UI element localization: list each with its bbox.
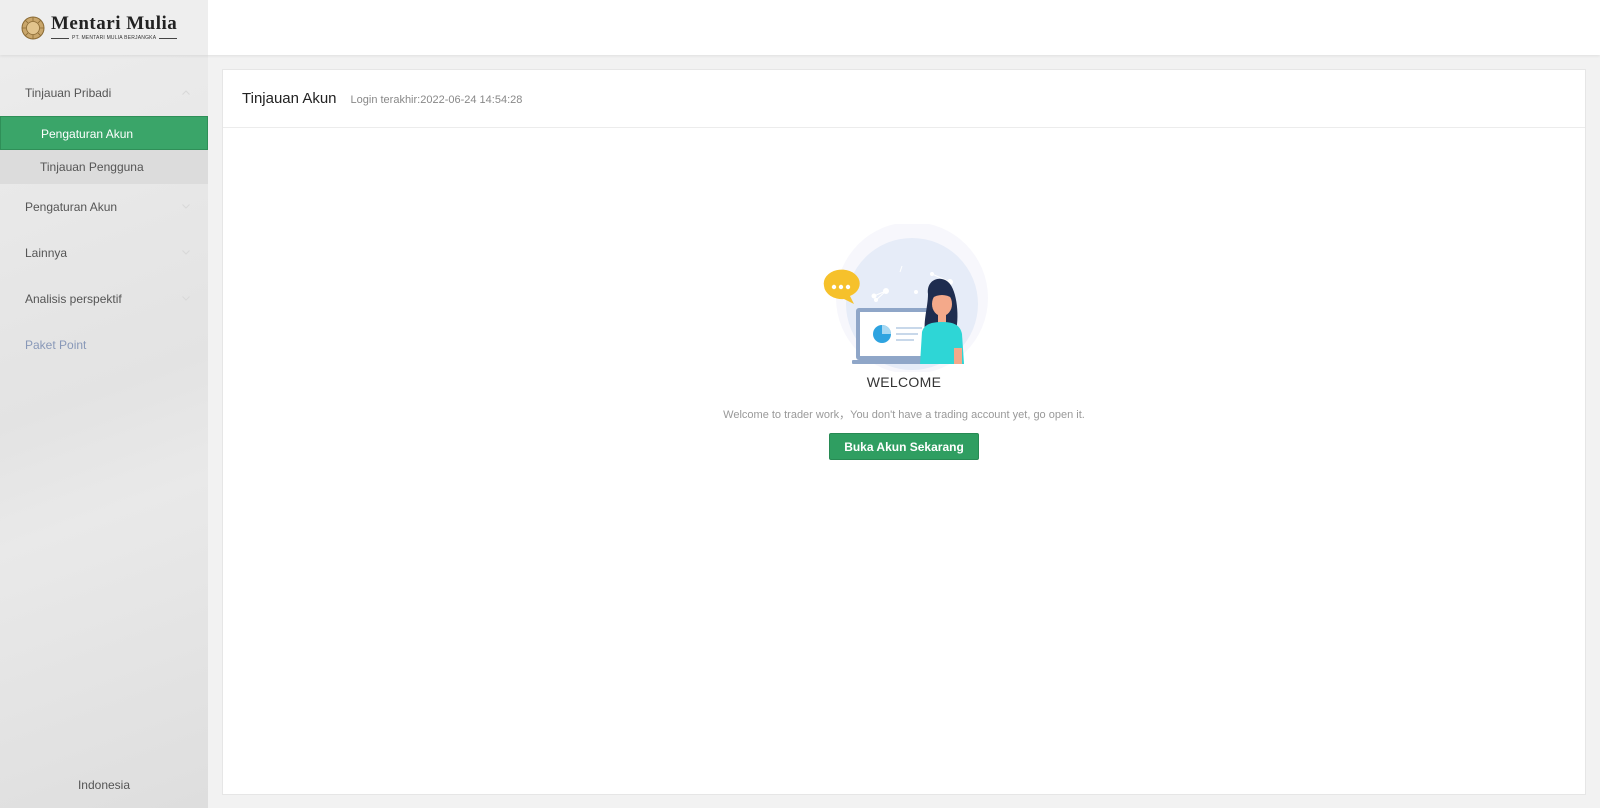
sidebar-item-label: Paket Point	[25, 338, 87, 352]
card-header: Tinjauan Akun Login terakhir:2022-06-24 …	[223, 70, 1585, 128]
chevron-down-icon	[182, 296, 190, 301]
welcome-section: WELCOME Welcome to trader work，You don't…	[223, 224, 1585, 460]
brand-logo[interactable]: Mentari Mulia PT. MENTARI MULIA BERJANGK…	[0, 0, 208, 55]
sidebar-item-label: Lainnya	[25, 246, 68, 260]
chevron-down-icon	[182, 204, 190, 209]
sidebar-item-label: Pengaturan Akun	[25, 200, 118, 214]
sun-emblem-icon	[21, 16, 45, 39]
divider	[51, 37, 70, 39]
top-header: Mentari Mulia PT. MENTARI MULIA BERJANGK…	[0, 0, 1600, 55]
welcome-message: Welcome to trader work，You don't have a …	[723, 409, 1085, 421]
sidebar-item-analisis-perspektif[interactable]: Analisis perspektif	[0, 276, 208, 322]
sidebar-subitem-pengaturan-akun[interactable]: Pengaturan Akun	[0, 116, 208, 150]
sidebar-item-tinjauan-pribadi[interactable]: Tinjauan Pribadi	[0, 70, 208, 116]
sidebar-item-label: Analisis perspektif	[25, 292, 122, 306]
brand-subtitle: PT. MENTARI MULIA BERJANGKA	[72, 35, 157, 41]
chevron-down-icon	[182, 250, 190, 255]
sidebar-subitem-tinjauan-pengguna[interactable]: Tinjauan Pengguna	[0, 150, 208, 184]
sidebar-item-label: Tinjauan Pribadi	[25, 86, 112, 100]
sidebar-item-lainnya[interactable]: Lainnya	[0, 230, 208, 276]
brand-name: Mentari Mulia	[51, 13, 178, 34]
divider	[159, 37, 178, 39]
account-overview-card: Tinjauan Akun Login terakhir:2022-06-24 …	[222, 69, 1586, 795]
chevron-up-icon	[182, 90, 190, 95]
open-account-button[interactable]: Buka Akun Sekarang	[829, 433, 979, 460]
page-title: Tinjauan Akun	[242, 90, 337, 107]
sidebar: Tinjauan Pribadi Pengaturan Akun Tinjaua…	[0, 55, 208, 808]
welcome-heading: WELCOME	[866, 374, 942, 390]
welcome-illustration-icon	[823, 224, 988, 372]
language-selector[interactable]: Indonesia	[0, 778, 208, 792]
sidebar-item-pengaturan-akun[interactable]: Pengaturan Akun	[0, 184, 208, 230]
last-login-text: Login terakhir:2022-06-24 14:54:28	[350, 93, 523, 106]
sidebar-item-paket-point[interactable]: Paket Point	[0, 322, 208, 368]
